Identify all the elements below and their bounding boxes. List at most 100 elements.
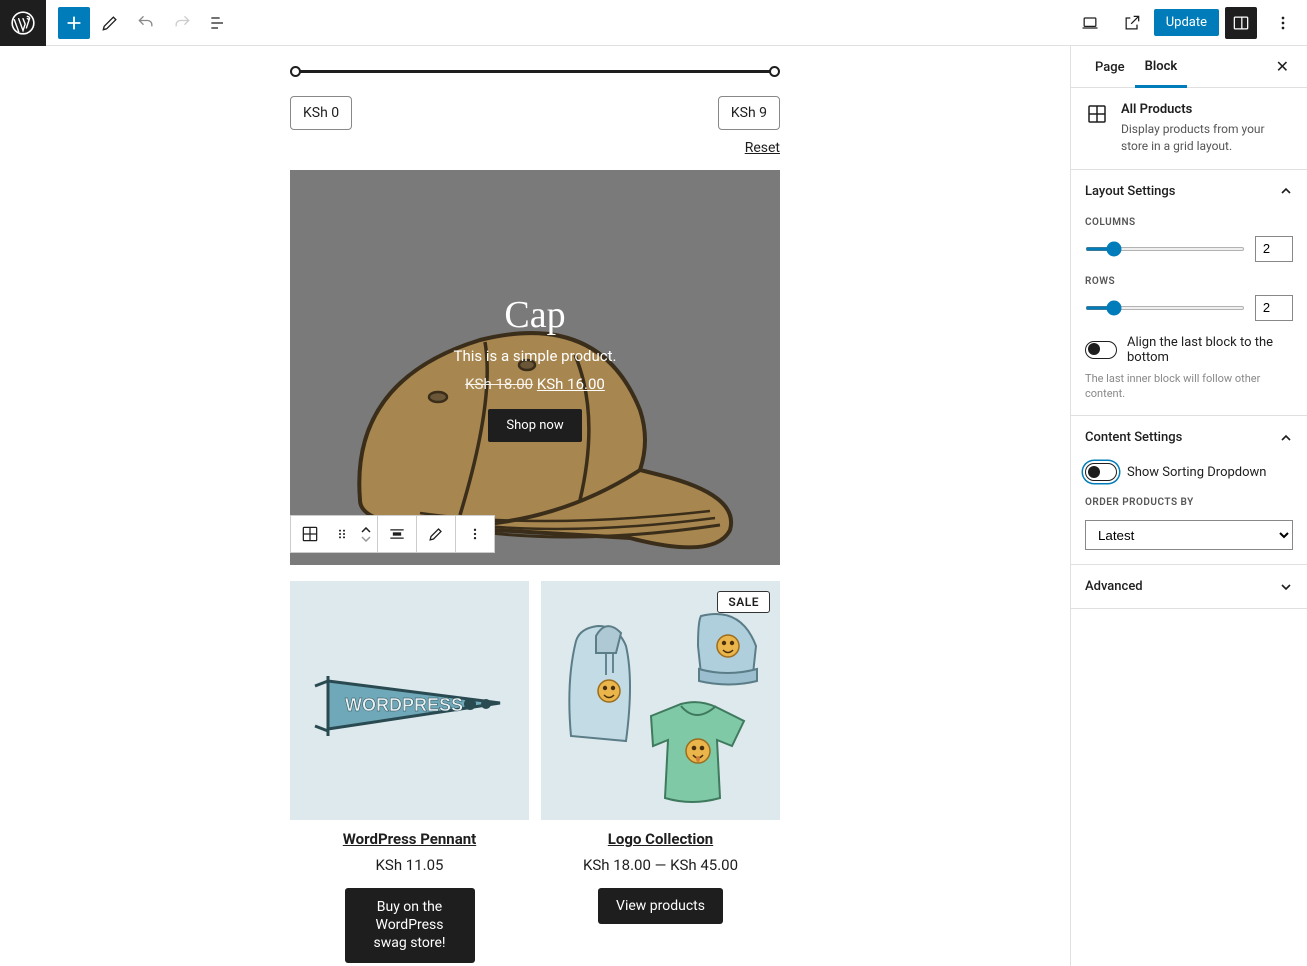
price-range-inputs: KSh 0 KSh 9 (290, 96, 780, 130)
product-price: KSh 11.05 (290, 856, 529, 874)
columns-range-slider[interactable] (1085, 247, 1245, 251)
edit-products-button[interactable] (417, 516, 455, 552)
drag-handle-icon (334, 526, 350, 542)
redo-button[interactable] (166, 7, 198, 39)
topbar-right-group: Update (1070, 7, 1299, 39)
all-products-block-icon (1085, 102, 1109, 126)
columns-number-input[interactable] (1255, 236, 1293, 262)
chevron-up-icon (361, 527, 371, 534)
vertical-dots-icon (1273, 13, 1293, 33)
editor-canvas[interactable]: KSh 0 KSh 9 Reset (0, 46, 1070, 966)
price-max-input[interactable]: KSh 9 (718, 96, 780, 130)
hero-price-old: KSh 18.00 (465, 375, 533, 393)
pencil-icon (100, 13, 120, 33)
tab-page[interactable]: Page (1085, 47, 1135, 86)
grid-icon (300, 524, 320, 544)
panel-layout-settings: Layout Settings Columns Rows (1071, 170, 1307, 417)
block-name-label: All Products (1121, 102, 1293, 117)
panel-content-toggle[interactable]: Content Settings (1071, 416, 1307, 459)
block-more-options[interactable] (456, 516, 494, 552)
panel-title: Content Settings (1085, 430, 1182, 445)
panel-advanced: Advanced (1071, 565, 1307, 609)
add-block-button[interactable] (58, 7, 90, 39)
order-by-select[interactable]: Latest (1085, 520, 1293, 550)
wordpress-logo-icon (10, 10, 36, 36)
product-image-logo-collection: SALE (541, 581, 780, 820)
view-page-button[interactable] (1116, 7, 1148, 39)
sidebar-toggle-icon (1231, 13, 1251, 33)
price-range-slider[interactable] (294, 66, 776, 78)
svg-text:WORDPRESS: WORDPRESS (345, 695, 463, 715)
move-up-down-buttons[interactable] (355, 516, 377, 552)
align-help-text: The last inner block will follow other c… (1085, 371, 1293, 402)
document-outline-button[interactable] (202, 7, 234, 39)
more-options-button[interactable] (1267, 7, 1299, 39)
external-link-icon (1122, 13, 1142, 33)
panel-content-settings: Content Settings Show Sorting Dropdown O… (1071, 416, 1307, 565)
laptop-icon (1080, 13, 1100, 33)
slider-track (294, 70, 776, 73)
order-by-field-label: Order Products By (1085, 497, 1293, 508)
chevron-down-icon (361, 535, 371, 542)
slider-handle-max[interactable] (769, 66, 780, 77)
wordpress-logo-button[interactable] (0, 0, 46, 46)
product-title[interactable]: Logo Collection (541, 830, 780, 848)
undo-button[interactable] (130, 7, 162, 39)
product-buy-button[interactable]: Buy on the WordPress swag store! (345, 888, 475, 963)
featured-product-hero[interactable]: Cap This is a simple product. KSh 18.00 … (290, 170, 780, 565)
close-sidebar-button[interactable]: ✕ (1272, 53, 1293, 80)
settings-sidebar: Page Block ✕ All Products Display produc… (1070, 46, 1307, 966)
panel-title: Advanced (1085, 579, 1143, 594)
tab-block[interactable]: Block (1135, 46, 1188, 88)
slider-handle-min[interactable] (290, 66, 301, 77)
product-image-pennant: WORDPRESS (290, 581, 529, 820)
eyedropper-icon (426, 524, 446, 544)
show-sorting-dropdown-toggle[interactable] (1085, 463, 1117, 481)
settings-sidebar-toggle[interactable] (1225, 7, 1257, 39)
chevron-down-icon (1279, 580, 1293, 594)
editor-topbar: Update (0, 0, 1307, 46)
redo-icon (172, 13, 192, 33)
chevron-up-icon (1279, 431, 1293, 445)
product-title[interactable]: WordPress Pennant (290, 830, 529, 848)
outline-icon (208, 13, 228, 33)
undo-icon (136, 13, 156, 33)
block-toolbar (290, 515, 495, 553)
rows-field-label: Rows (1085, 276, 1293, 287)
hero-product-title: Cap (504, 293, 565, 337)
products-grid: WORDPRESS WordPress Pennant KSh 11.05 Bu… (290, 581, 780, 963)
product-price: KSh 18.00 — KSh 45.00 (541, 856, 780, 874)
price-min-input[interactable]: KSh 0 (290, 96, 352, 130)
panel-title: Layout Settings (1085, 184, 1175, 199)
product-card[interactable]: WORDPRESS WordPress Pennant KSh 11.05 Bu… (290, 581, 529, 963)
sorting-toggle-label: Show Sorting Dropdown (1127, 465, 1266, 480)
product-view-button[interactable]: View products (598, 888, 723, 924)
align-last-block-toggle[interactable] (1085, 341, 1117, 359)
panel-advanced-toggle[interactable]: Advanced (1071, 565, 1307, 608)
block-info-header: All Products Display products from your … (1071, 88, 1307, 170)
rows-range-slider[interactable] (1085, 306, 1245, 310)
panel-layout-toggle[interactable]: Layout Settings (1071, 170, 1307, 213)
preview-device-button[interactable] (1074, 7, 1106, 39)
hero-price-new: KSh 16.00 (537, 375, 605, 393)
sale-badge: SALE (717, 591, 770, 613)
hero-product-desc: This is a simple product. (454, 347, 617, 365)
apparel-illustration (541, 581, 780, 820)
vertical-dots-icon (465, 524, 485, 544)
pennant-illustration: WORDPRESS (290, 581, 529, 820)
rows-number-input[interactable] (1255, 295, 1293, 321)
edit-mode-button[interactable] (94, 7, 126, 39)
align-button[interactable] (378, 516, 416, 552)
hero-product-price: KSh 18.00 KSh 16.00 (465, 375, 605, 393)
update-button[interactable]: Update (1154, 9, 1219, 36)
product-card[interactable]: SALE (541, 581, 780, 963)
block-drag-handle[interactable] (329, 516, 355, 552)
columns-field-label: Columns (1085, 217, 1293, 228)
block-desc-label: Display products from your store in a gr… (1121, 121, 1293, 155)
align-icon (387, 524, 407, 544)
topbar-left-group (0, 0, 234, 46)
reset-filter-link[interactable]: Reset (290, 140, 780, 156)
block-type-button[interactable] (291, 516, 329, 552)
shop-now-button[interactable]: Shop now (488, 409, 581, 442)
chevron-up-icon (1279, 184, 1293, 198)
